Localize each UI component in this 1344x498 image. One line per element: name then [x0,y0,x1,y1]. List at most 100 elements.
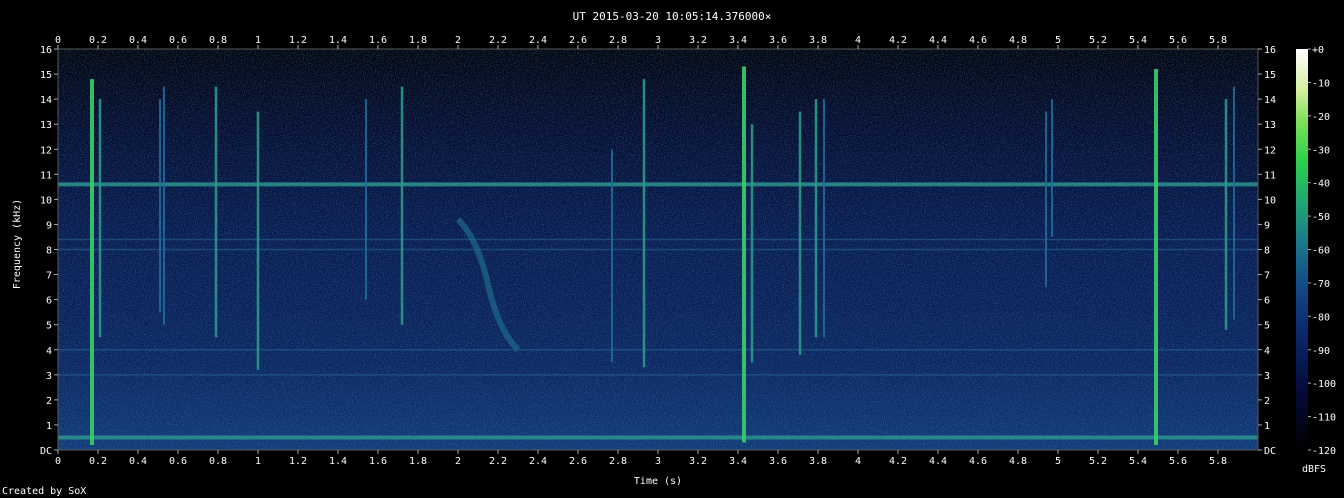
x-tick-top-label: 5.4 [1129,35,1147,46]
x-tick-bottom-label: 4.4 [929,456,947,467]
colorbar-ticks: +0 -10 -20 -30 -40 -50 -60 -70 -80 -90 -100 -110 -12… [1308,45,1336,457]
y-axis-label: Frequency (kHz) [12,199,23,289]
y-tick-right-label: 3 [1264,371,1270,382]
x-tick-top-label: 3.4 [729,35,747,46]
y-tick-left-label: 3 [46,371,52,382]
y-tick-left-label: 11 [40,170,52,181]
x-tick-top-label: 3 [655,35,661,46]
x-axis-top: 0 0.2 0.4 0.6 0.8 1 1.2 1.4 1.6 1.8 2 2.2 2.4 2.6 2.8 3… [55,35,1227,49]
colorbar-tick-label: -30 [1312,145,1330,156]
x-tick-bottom-label: 2.4 [529,456,547,467]
colorbar-tick-label: -110 [1312,413,1336,424]
colorbar-tick-label: -70 [1312,279,1330,290]
y-tick-left-label: 8 [46,246,52,257]
x-tick-bottom-label: 2.8 [609,456,627,467]
x-tick-top-label: 4.8 [1009,35,1027,46]
x-tick-top-label: 2 [455,35,461,46]
x-tick-top-label: 1.4 [329,35,347,46]
y-tick-right-label: 9 [1264,220,1270,231]
y-tick-right-label: 15 [1264,70,1276,81]
chart-title: UT 2015-03-20 10:05:14.376000× [573,10,772,23]
y-tick-right-label: 12 [1264,145,1276,156]
y-tick-left-label: 13 [40,120,52,131]
y-tick-right-label: 14 [1264,95,1276,106]
y-tick-right-label: 2 [1264,396,1270,407]
y-tick-right-label: 11 [1264,170,1276,181]
x-tick-bottom-label: 5 [1055,456,1061,467]
x-tick-top-label: 2.4 [529,35,547,46]
x-tick-top-label: 1 [255,35,261,46]
x-tick-bottom-label: 0.8 [209,456,227,467]
x-tick-bottom-label: 4.6 [969,456,987,467]
x-tick-top-label: 2.8 [609,35,627,46]
x-tick-bottom-label: 5.8 [1209,456,1227,467]
x-tick-top-label: 3.6 [769,35,787,46]
y-tick-left-label: 16 [40,45,52,56]
y-tick-right-label: 6 [1264,296,1270,307]
y-axis-right: DC12345678910111213141516 [1258,45,1276,457]
y-tick-right-label: 10 [1264,195,1276,206]
x-tick-bottom-label: 3 [655,456,661,467]
x-axis-bottom: 0 0.2 0.4 0.6 0.8 1 1.2 1.4 1.6 1.8 2 2.2 2.4 2.6 2.8 3… [55,450,1227,467]
x-tick-bottom-label: 5.2 [1089,456,1107,467]
x-tick-top-label: 5.6 [1169,35,1187,46]
x-tick-top-label: 0.2 [89,35,107,46]
colorbar-tick-label: -120 [1312,446,1336,457]
x-tick-top-label: 3.8 [809,35,827,46]
x-tick-bottom-label: 3.2 [689,456,707,467]
x-tick-bottom-label: 2 [455,456,461,467]
y-tick-left-label: 14 [40,95,52,106]
x-tick-bottom-label: 5.4 [1129,456,1147,467]
x-tick-top-label: 0.6 [169,35,187,46]
colorbar-tick-label: -80 [1312,312,1330,323]
colorbar-tick-label: -100 [1312,379,1336,390]
y-tick-left-label: 4 [46,346,52,357]
colorbar-tick-label: -50 [1312,212,1330,223]
y-tick-right-label: 7 [1264,271,1270,282]
x-tick-bottom-label: 4.8 [1009,456,1027,467]
colorbar-tick-label: +0 [1312,45,1324,56]
x-tick-top-label: 0.8 [209,35,227,46]
x-tick-bottom-label: 0 [55,456,61,467]
y-tick-left-label: 15 [40,70,52,81]
y-tick-left-label: 2 [46,396,52,407]
x-tick-bottom-label: 0.6 [169,456,187,467]
y-tick-left-label: 7 [46,271,52,282]
y-tick-right-label: DC [1264,446,1276,457]
x-tick-bottom-label: 4 [855,456,861,467]
colorbar [1296,49,1308,450]
x-tick-top-label: 1.8 [409,35,427,46]
x-tick-bottom-label: 1.4 [329,456,347,467]
y-tick-right-label: 5 [1264,321,1270,332]
x-tick-bottom-label: 1.6 [369,456,387,467]
x-tick-bottom-label: 3.4 [729,456,747,467]
x-tick-top-label: 2.2 [489,35,507,46]
y-tick-right-label: 13 [1264,120,1276,131]
y-tick-right-label: 4 [1264,346,1270,357]
x-tick-bottom-label: 2.6 [569,456,587,467]
x-tick-bottom-label: 1.2 [289,456,307,467]
y-tick-left-label: 10 [40,195,52,206]
y-tick-left-label: 1 [46,421,52,432]
x-tick-top-label: 5 [1055,35,1061,46]
colorbar-tick-label: -40 [1312,179,1330,190]
x-tick-bottom-label: 4.2 [889,456,907,467]
spectrogram-chart: UT 2015-03-20 10:05:14.376000× 0 0.2 0.4 0.… [2,10,1336,497]
x-tick-bottom-label: 0.4 [129,456,147,467]
y-tick-right-label: 16 [1264,45,1276,56]
y-tick-left-label: DC [40,446,52,457]
colorbar-tick-label: -20 [1312,112,1330,123]
footer-credit: Created by SoX [2,486,86,497]
y-tick-left-label: 12 [40,145,52,156]
x-tick-top-label: 2.6 [569,35,587,46]
x-tick-top-label: 0 [55,35,61,46]
x-tick-bottom-label: 2.2 [489,456,507,467]
x-tick-top-label: 4.2 [889,35,907,46]
x-axis-label: Time (s) [634,476,682,487]
x-tick-top-label: 5.2 [1089,35,1107,46]
x-tick-bottom-label: 1.8 [409,456,427,467]
x-tick-bottom-label: 5.6 [1169,456,1187,467]
x-tick-top-label: 4 [855,35,861,46]
x-tick-top-label: 4.6 [969,35,987,46]
x-tick-top-label: 3.2 [689,35,707,46]
